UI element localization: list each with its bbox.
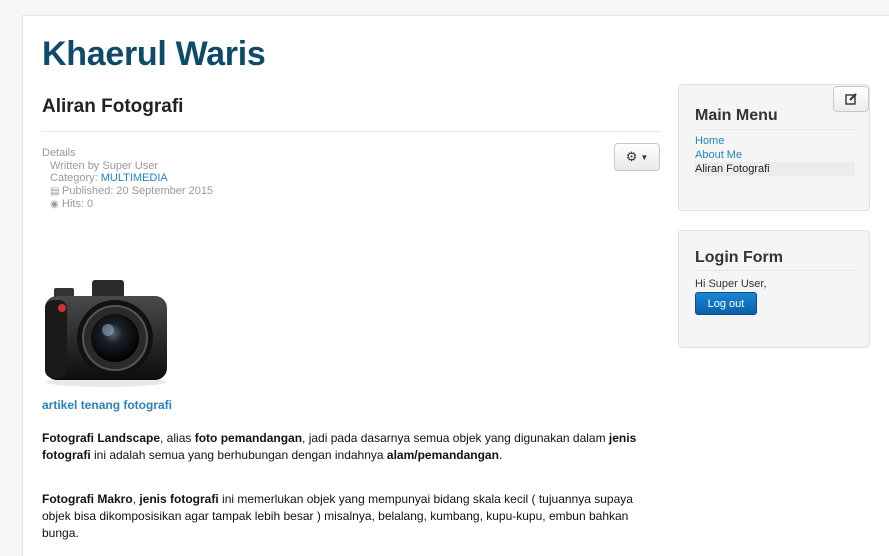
- paragraph-text: Fotografi Landscape: [42, 431, 161, 445]
- menu-item-about-me[interactable]: About Me: [695, 148, 855, 162]
- gear-icon: ⚙: [625, 149, 638, 164]
- hits-info: ◉ Hits: 0: [42, 198, 213, 212]
- published-date: Published: 20 September 2015: [62, 184, 214, 197]
- paragraph-text: , jadi pada dasarnya semua objek yang di…: [302, 431, 609, 445]
- image-caption-link[interactable]: artikel tenang fotografi: [42, 398, 172, 412]
- edit-icon: [845, 93, 857, 105]
- divider: [695, 270, 855, 271]
- page-container: Khaerul Waris Aliran Fotografi ⚙ ▼ Detai…: [22, 15, 889, 556]
- menu-item-aliran-fotografi[interactable]: Aliran Fotografi: [695, 162, 855, 176]
- paragraph-text: , alias: [160, 431, 195, 445]
- login-greeting: Hi Super User,: [695, 278, 767, 290]
- login-form-module: Login Form Hi Super User, Log out: [678, 230, 870, 348]
- category-prefix: Category:: [50, 172, 101, 184]
- eye-icon: ◉: [50, 199, 59, 210]
- menu-item-home[interactable]: Home: [695, 134, 855, 148]
- edit-module-button[interactable]: [833, 86, 869, 112]
- paragraph-macro: Fotografi Makro, jenis fotografi ini mem…: [42, 491, 662, 542]
- main-menu-module: Main Menu Home About Me Aliran Fotografi: [678, 84, 870, 211]
- details-label: Details: [42, 147, 76, 159]
- article-details: Details Written by Super User Category: …: [42, 147, 213, 212]
- paragraph-text: foto pemandangan: [194, 431, 303, 445]
- main-menu-list: Home About Me Aliran Fotografi: [695, 134, 855, 176]
- category-link[interactable]: MULTIMEDIA: [101, 172, 168, 184]
- divider: [42, 131, 661, 132]
- paragraph-landscape: Fotografi Landscape, alias foto pemandan…: [42, 430, 662, 464]
- caret-down-icon: ▼: [640, 152, 649, 162]
- paragraph-text: alam/pemandangan: [386, 448, 499, 462]
- article-tools-button[interactable]: ⚙ ▼: [614, 143, 660, 171]
- category-info: Category: MULTIMEDIA: [42, 172, 213, 185]
- main-menu-title: Main Menu: [695, 107, 778, 124]
- site-title[interactable]: Khaerul Waris: [42, 35, 266, 74]
- logout-button[interactable]: Log out: [695, 292, 757, 315]
- author-info: Written by Super User: [50, 159, 159, 172]
- article-title: Aliran Fotografi: [42, 96, 184, 117]
- paragraph-text: jenis fotografi: [139, 492, 219, 506]
- divider: [695, 129, 855, 130]
- paragraph-text: Fotografi Makro: [42, 492, 133, 506]
- calendar-icon: ▤: [50, 185, 60, 197]
- published-info: ▤ Published: 20 September 2015: [42, 185, 213, 199]
- camera-image: [45, 280, 167, 387]
- login-form-title: Login Form: [695, 249, 783, 266]
- hits-count: Hits: 0: [62, 198, 94, 210]
- paragraph-text: ini adalah semua yang berhubungan dengan…: [90, 448, 387, 462]
- paragraph-text: .: [498, 448, 503, 462]
